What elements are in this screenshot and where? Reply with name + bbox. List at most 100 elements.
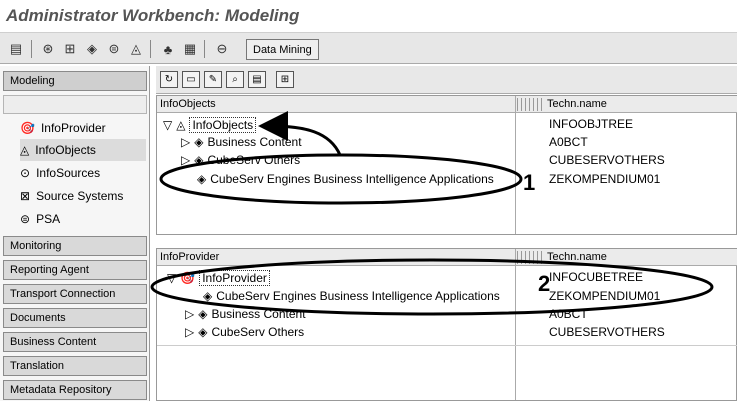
infoobject-icon: ◬	[20, 143, 30, 157]
infoprovider-icon: 🎯	[180, 271, 196, 285]
tree-row[interactable]: ▷ ◈ Business Content A0BCT	[157, 305, 737, 323]
tree-node-label: CubeServ Others	[211, 325, 305, 339]
nav-reporting-agent[interactable]: Reporting Agent	[3, 260, 147, 280]
sidebar-item-label: InfoSources	[36, 166, 101, 180]
cube-icon[interactable]: ◈	[82, 39, 102, 59]
layout-icon[interactable]: ▤	[6, 39, 26, 59]
sidebar-item-label: InfoProvider	[40, 121, 106, 135]
sidebar-item-source-systems[interactable]: ⊠ Source Systems	[20, 185, 146, 207]
tree-node-label: CubeServ Others	[207, 153, 301, 167]
sidebar-item-label: Source Systems	[36, 189, 124, 203]
chevron-right-icon[interactable]: ▷	[181, 135, 190, 149]
display-icon[interactable]: ▭	[182, 71, 200, 88]
change-icon[interactable]: ✎	[204, 71, 222, 88]
tech-name: INFOCUBETREE	[549, 270, 644, 284]
tree-toolbar: ↻ ▭ ✎ ⌕ ▤ ⊞	[156, 66, 737, 94]
infoobject-icon[interactable]: ◬	[126, 39, 146, 59]
tree-row[interactable]: ▷ ◈ CubeServ Others CUBESERVOTHERS	[157, 151, 737, 169]
main-toolbar: ▤ ⊛ ⊞ ◈ ⊜ ◬ ♣ ▦ ⊖ Data Mining	[0, 32, 737, 64]
chevron-right-icon[interactable]: ▷	[185, 307, 194, 321]
tree-row[interactable]: ▷ ◈ Business Content A0BCT	[157, 133, 737, 151]
annotation-label-2: 2	[538, 271, 551, 296]
table-header: InfoObjects Techn.name	[157, 96, 737, 113]
psa-icon: ⊜	[20, 212, 31, 226]
refresh-icon[interactable]: ↻	[160, 71, 178, 88]
nav-transport-connection[interactable]: Transport Connection	[3, 284, 147, 304]
nav-empty-bar	[3, 95, 147, 114]
tree-row[interactable]: ◈ CubeServ Engines Business Intelligence…	[157, 170, 737, 188]
tree-row[interactable]: ▽ ◬ InfoObjects INFOOBJTREE	[157, 115, 737, 133]
tech-name: A0BCT	[549, 135, 588, 149]
column-resize-handle[interactable]	[517, 98, 543, 111]
column-header-techname: Techn.name	[547, 98, 607, 110]
expand-icon[interactable]: ⊞	[276, 71, 294, 88]
toolbar-separator	[31, 40, 32, 58]
sidebar-item-infosources[interactable]: ⊙ InfoSources	[20, 162, 146, 184]
sidebar-item-infoprovider[interactable]: 🎯 InfoProvider	[20, 117, 146, 139]
column-header-name: InfoProvider	[160, 251, 220, 263]
tree-row[interactable]: ▽ 🎯 InfoProvider INFOCUBETREE	[157, 268, 737, 286]
folder-icon: ◈	[198, 307, 208, 321]
tree-node-label: Business Content	[207, 135, 302, 149]
sidebar-item-psa[interactable]: ⊜ PSA	[20, 208, 146, 230]
find-icon[interactable]: ⌕	[226, 71, 244, 88]
nav-documents[interactable]: Documents	[3, 308, 147, 328]
row-divider	[157, 345, 737, 346]
folder-icon: ◈	[197, 172, 207, 186]
tree-node-label: CubeServ Engines Business Intelligence A…	[210, 172, 494, 186]
tree-row[interactable]: ▷ ◈ CubeServ Others CUBESERVOTHERS	[157, 323, 737, 341]
infoobject-icon: ◬	[176, 118, 186, 132]
binoculars-icon[interactable]: ⊛	[38, 39, 58, 59]
tree-node-label: CubeServ Engines Business Intelligence A…	[216, 289, 500, 303]
table-header: InfoProvider Techn.name	[157, 249, 737, 266]
tree-row[interactable]: ◈ CubeServ Engines Business Intelligence…	[157, 287, 737, 305]
tree-node-label: InfoObjects	[189, 117, 257, 133]
annotation-label-1: 1	[523, 170, 536, 195]
nav-modeling[interactable]: Modeling	[3, 71, 147, 91]
tree-node-label: InfoProvider	[199, 270, 270, 286]
infoobjects-tree: InfoObjects Techn.name ▽ ◬ InfoObjects I…	[156, 95, 737, 235]
tech-name: A0BCT	[549, 307, 588, 321]
tech-name: INFOOBJTREE	[549, 117, 634, 131]
tech-name: ZEKOMPENDIUM01	[549, 289, 661, 303]
column-header-name: InfoObjects	[160, 98, 216, 110]
folder-icon: ◈	[198, 325, 208, 339]
infoprovider-icon: 🎯	[20, 121, 35, 135]
link-icon[interactable]: ⊖	[212, 39, 232, 59]
nav-monitoring[interactable]: Monitoring	[3, 236, 147, 256]
hierarchy-icon[interactable]: ⊞	[60, 39, 80, 59]
data-mining-label: Data Mining	[253, 43, 312, 56]
sidebar-item-infoobjects[interactable]: ◬ InfoObjects	[20, 139, 146, 161]
toolbar-separator	[150, 40, 151, 58]
nav-translation[interactable]: Translation	[3, 356, 147, 376]
infoprovider-tree: InfoProvider Techn.name ▽ 🎯 InfoProvider…	[156, 248, 737, 401]
chevron-down-icon[interactable]: ▽	[163, 118, 172, 132]
folder-icon: ◈	[194, 135, 204, 149]
folder-icon: ◈	[194, 153, 204, 167]
navigation-panel: Modeling 🎯 InfoProvider ◬ InfoObjects ⊙ …	[0, 66, 150, 401]
column-header-techname: Techn.name	[547, 251, 607, 263]
tech-name: ZEKOMPENDIUM01	[549, 172, 661, 186]
nav-business-content[interactable]: Business Content	[3, 332, 147, 352]
window-title: Administrator Workbench: Modeling	[6, 6, 300, 25]
source-system-icon: ⊠	[20, 189, 31, 203]
settings-icon[interactable]: ▤	[248, 71, 266, 88]
title-bar: Administrator Workbench: Modeling	[0, 0, 737, 32]
table-icon[interactable]: ▦	[180, 39, 200, 59]
data-mining-button[interactable]: Data Mining	[246, 39, 319, 60]
sidebar-item-label: InfoObjects	[35, 143, 96, 157]
infosource-icon: ⊙	[20, 166, 31, 180]
tree-icon[interactable]: ♣	[158, 39, 178, 59]
column-resize-handle[interactable]	[517, 251, 543, 264]
nav-metadata-repository[interactable]: Metadata Repository	[3, 380, 147, 400]
chevron-down-icon[interactable]: ▽	[167, 271, 176, 285]
sidebar-item-label: PSA	[36, 212, 61, 226]
tech-name: CUBESERVOTHERS	[549, 325, 665, 339]
tree-node-label: Business Content	[211, 307, 306, 321]
folder-icon: ◈	[203, 289, 213, 303]
tech-name: CUBESERVOTHERS	[549, 153, 665, 167]
toolbar-separator	[204, 40, 205, 58]
cylinder-icon[interactable]: ⊜	[104, 39, 124, 59]
chevron-right-icon[interactable]: ▷	[181, 153, 190, 167]
chevron-right-icon[interactable]: ▷	[185, 325, 194, 339]
